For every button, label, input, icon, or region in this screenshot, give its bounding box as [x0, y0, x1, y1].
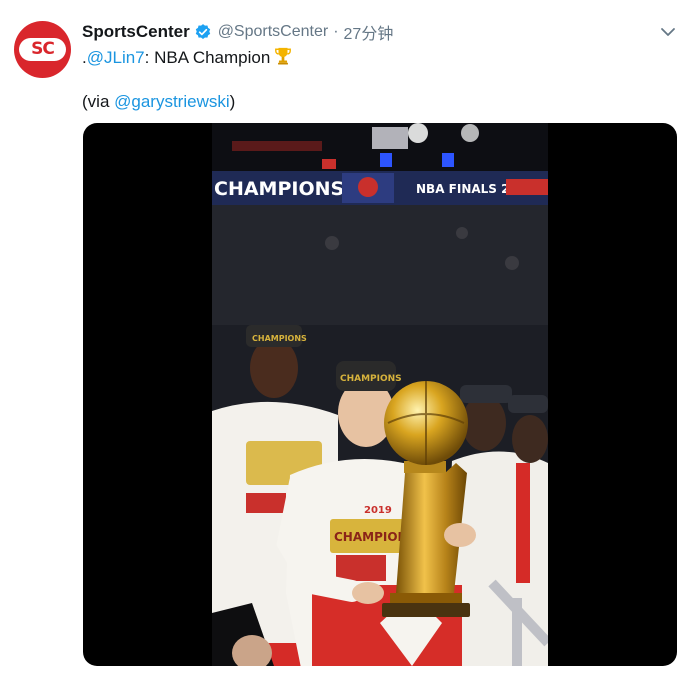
separator-dot: · — [333, 23, 339, 40]
video-scene: CHAMPIONS NBA FINALS 2019 CHAMPIONS CHAM… — [212, 123, 548, 666]
verified-badge-icon — [195, 24, 210, 39]
tweet-header: SportsCenter @SportsCenter · 27分钟 — [82, 20, 393, 44]
display-name[interactable]: SportsCenter — [82, 22, 190, 42]
mention-link[interactable]: @JLin7 — [87, 48, 145, 67]
trophy-emoji-icon — [275, 47, 292, 65]
via-credit: (via @garystriewski) — [82, 91, 235, 113]
video-frame[interactable]: CHAMPIONS NBA FINALS 2019 CHAMPIONS CHAM… — [212, 123, 548, 666]
logo-text: SC — [31, 39, 55, 59]
sportscenter-logo: SC — [19, 38, 66, 61]
via-mention-link[interactable]: @garystriewski — [114, 92, 230, 111]
via-suffix: ) — [229, 92, 236, 111]
timestamp[interactable]: 27分钟 — [344, 20, 394, 44]
text-body: : NBA Champion — [144, 48, 271, 67]
chevron-down-icon[interactable] — [660, 25, 676, 39]
shirt-year-text: 2019 — [364, 505, 392, 516]
left-cap-text: CHAMPIONS — [252, 334, 307, 343]
tweet-card[interactable]: SC SportsCenter @SportsCenter · 27分钟 .@J… — [0, 0, 691, 676]
avatar[interactable]: SC — [14, 21, 71, 78]
video-player[interactable]: CHAMPIONS NBA FINALS 2019 CHAMPIONS CHAM… — [83, 123, 677, 666]
center-cap-text: CHAMPIONS — [340, 374, 402, 384]
arena-banner-left-text: CHAMPIONS — [214, 178, 344, 200]
handle[interactable]: @SportsCenter — [218, 23, 329, 41]
via-prefix: (via — [82, 92, 115, 111]
tweet-text: .@JLin7: NBA Champion — [82, 46, 292, 69]
